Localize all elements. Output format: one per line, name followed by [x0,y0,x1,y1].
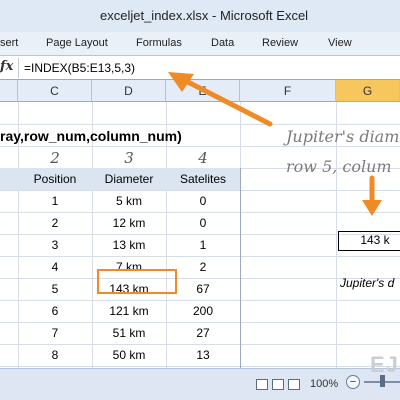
tab-data[interactable]: Data [211,37,234,49]
table-cell-diameter[interactable]: 5 km [92,190,166,212]
selected-cell-highlight [97,269,177,294]
table-cell-satelites[interactable]: 67 [166,278,240,300]
tab-formulas[interactable]: Formulas [136,37,182,49]
index-syntax-text: ray,row_num,column_num) [0,128,182,144]
window-title: exceljet_index.xlsx - Microsoft Excel [100,8,309,23]
table-cell-position[interactable]: 8 [18,344,92,366]
column-index-number: 4 [198,149,208,167]
table-cell-satelites[interactable]: 0 [166,212,240,234]
annotation-line-1: Jupiter's diam [286,127,400,146]
table-cell-position[interactable]: 4 [18,256,92,278]
tab-page-layout[interactable]: Page Layout [46,37,108,49]
status-bar: 100% − [0,368,400,400]
title-bar: exceljet_index.xlsx - Microsoft Excel [0,0,400,32]
zoom-out-icon[interactable]: − [346,375,360,389]
table-cell-diameter[interactable]: 12 km [92,212,166,234]
zoom-level[interactable]: 100% [310,378,338,390]
worksheet-grid[interactable]: C D E F G ray,row_num,column_num) 2 3 4 … [0,80,400,368]
result-caption: Jupiter's d [340,276,395,290]
column-index-number: 3 [124,149,134,167]
table-cell-position[interactable]: 6 [18,300,92,322]
table-header-position[interactable]: Position [18,168,92,190]
annotation-line-2: row 5, colum [286,157,392,176]
tab-view[interactable]: View [328,37,352,49]
column-header-e[interactable]: E [166,80,240,102]
exceljet-logo: EJ [370,352,399,377]
normal-view-icon[interactable] [256,379,268,390]
table-right-border [240,168,241,368]
table-header-diameter[interactable]: Diameter [92,168,166,190]
ribbon-tabs: sert Page Layout Formulas Data Review Vi… [0,32,400,56]
table-header-cell[interactable] [0,168,18,190]
table-cell-diameter[interactable]: 51 km [92,322,166,344]
table-cell-diameter[interactable]: 13 km [92,234,166,256]
table-cell-position[interactable]: 3 [18,234,92,256]
column-index-number: 2 [50,149,60,167]
table-cell-diameter[interactable]: 121 km [92,300,166,322]
table-cell-satelites[interactable]: 0 [166,190,240,212]
table-cell-position[interactable]: 2 [18,212,92,234]
table-header-satelites[interactable]: Satelites [166,168,240,190]
column-header-c[interactable]: C [18,80,92,102]
formula-bar-divider [18,58,19,78]
insert-function-icon[interactable]: fx [0,59,13,74]
column-header-f[interactable]: F [240,80,336,102]
table-cell-position[interactable]: 1 [18,190,92,212]
page-layout-view-icon[interactable] [272,379,284,390]
formula-bar: fx =INDEX(B5:E13,5,3) [0,56,400,80]
table-cell-satelites[interactable]: 13 [166,344,240,366]
result-cell[interactable]: 143 k [338,231,400,251]
tab-review[interactable]: Review [262,37,298,49]
table-cell-satelites[interactable]: 200 [166,300,240,322]
page-break-view-icon[interactable] [288,379,300,390]
table-cell-position[interactable]: 5 [18,278,92,300]
tab-insert[interactable]: sert [0,37,18,49]
column-header-partial[interactable] [0,80,18,102]
column-header-d[interactable]: D [92,80,166,102]
table-cell-satelites[interactable]: 2 [166,256,240,278]
gridline [0,366,400,367]
table-cell-position[interactable]: 7 [18,322,92,344]
table-cell-satelites[interactable]: 27 [166,322,240,344]
table-cell-satelites[interactable]: 1 [166,234,240,256]
column-header-g[interactable]: G [336,80,400,102]
annotation-note: Jupiter's diam row 5, colum [286,122,399,182]
formula-input[interactable]: =INDEX(B5:E13,5,3) [24,61,135,75]
table-cell-diameter[interactable]: 50 km [92,344,166,366]
